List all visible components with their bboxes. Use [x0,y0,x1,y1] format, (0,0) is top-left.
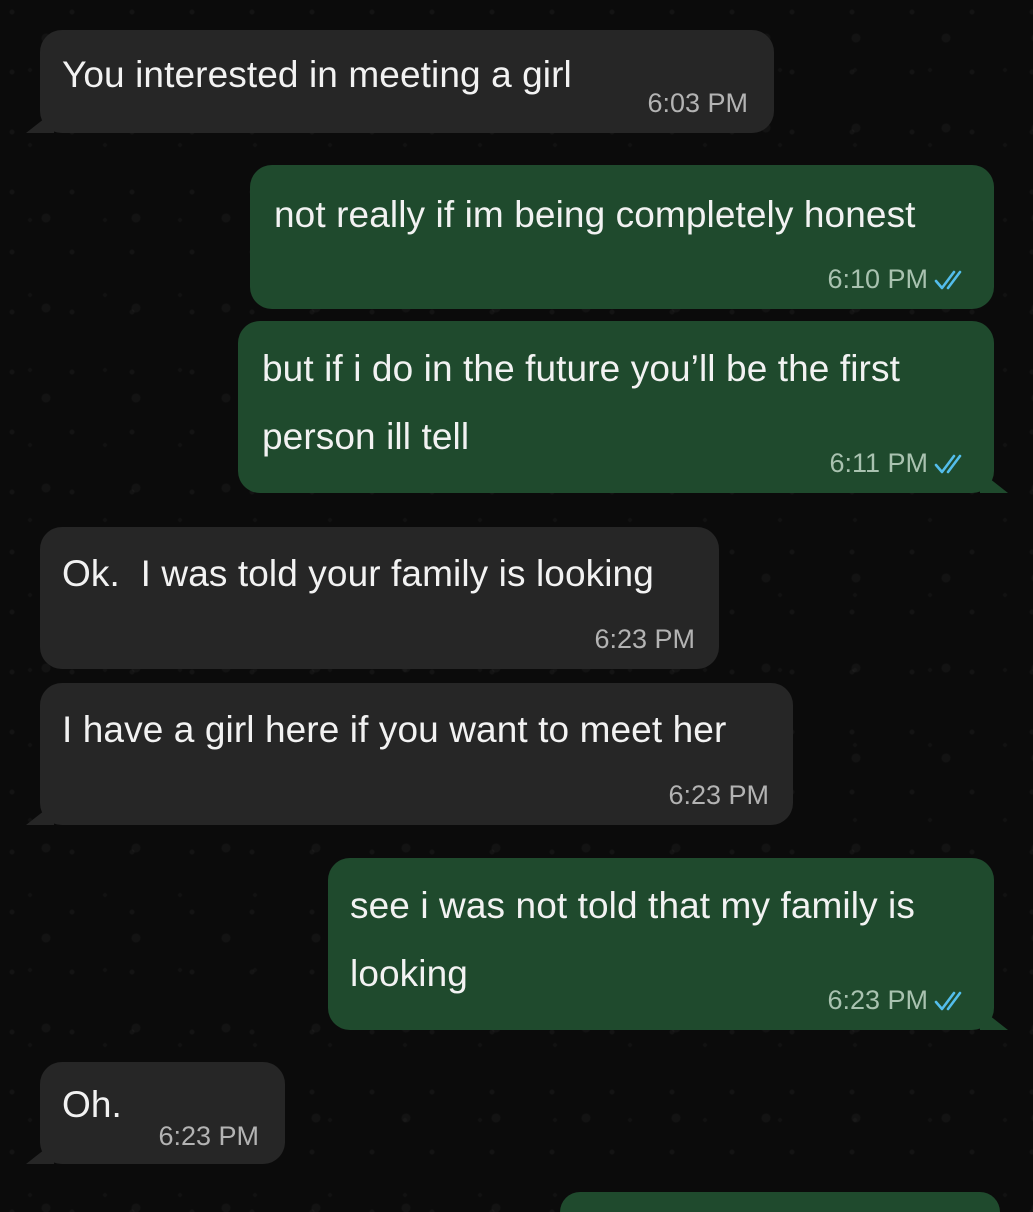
message-text-line-1: see i was not told that my family is [350,885,915,926]
message-incoming[interactable]: Ok. I was told your family is looking 6:… [40,527,719,669]
message-meta: 6:23 PM [827,985,970,1016]
message-time: 6:23 PM [668,780,769,810]
message-time: 6:23 PM [158,1121,259,1151]
message-meta: 6:23 PM [594,624,695,655]
message-text: Ok. I was told your family is looking [62,553,654,594]
message-text: You interested in meeting a girl [62,54,572,95]
message-meta: 6:11 PM [829,448,970,479]
message-meta: 6:23 PM [158,1121,259,1152]
message-meta: 6:10 PM [827,264,970,295]
double-check-icon [934,270,962,289]
message-time: 6:10 PM [827,264,928,294]
message-text-line-1: but if i do in the future you’ll be the … [262,348,900,389]
message-time: 6:03 PM [647,88,748,118]
message-text: Oh. [62,1084,122,1125]
message-meta: 6:03 PM [647,88,748,119]
double-check-icon [934,454,962,473]
message-text-line-2: looking [350,953,468,994]
chat-thread[interactable]: You interested in meeting a girl 6:03 PM… [0,0,1033,1212]
message-outgoing[interactable]: but if i do in the future you’ll be the … [238,321,1008,493]
message-text-line-2: person ill tell [262,416,470,457]
message-meta: 6:23 PM [668,780,769,811]
message-text: not really if im being completely honest [274,194,916,235]
message-incoming[interactable]: I have a girl here if you want to meet h… [26,683,793,825]
double-check-icon [934,991,962,1010]
message-time: 6:23 PM [827,985,928,1015]
message-time: 6:11 PM [829,448,928,478]
message-time: 6:23 PM [594,624,695,654]
message-outgoing-partial[interactable] [560,1192,1000,1212]
message-incoming[interactable]: You interested in meeting a girl 6:03 PM [26,30,774,133]
message-outgoing[interactable]: see i was not told that my family is loo… [328,858,1008,1030]
message-outgoing[interactable]: not really if im being completely honest… [250,165,994,309]
message-text: I have a girl here if you want to meet h… [62,709,727,750]
message-incoming[interactable]: Oh. 6:23 PM [26,1062,285,1164]
